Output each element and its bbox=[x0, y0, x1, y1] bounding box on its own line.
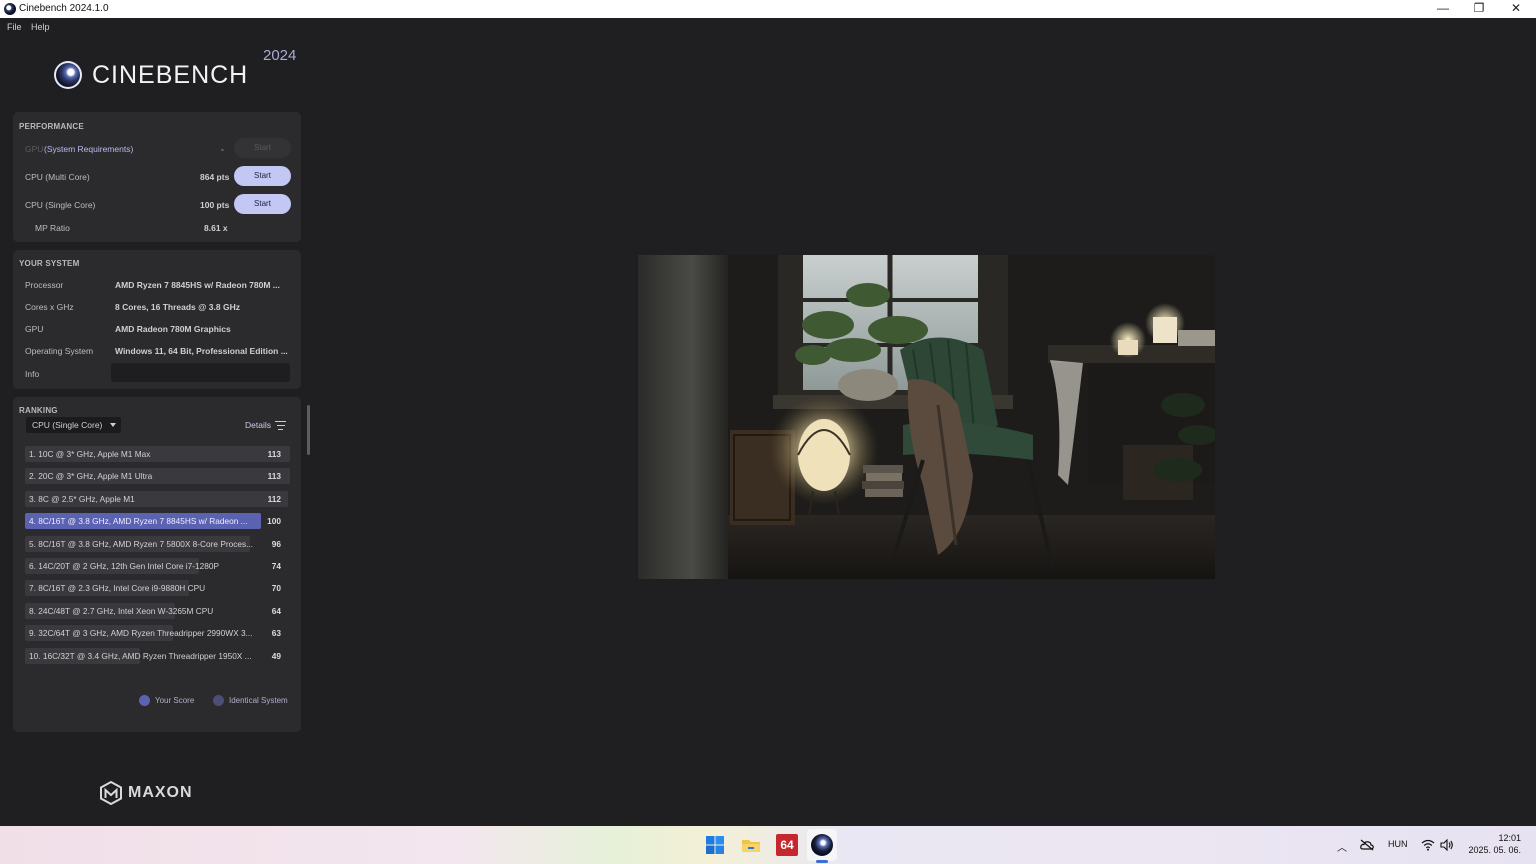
windows-start-icon[interactable] bbox=[704, 834, 726, 856]
ranking-row-label: 6. 14C/20T @ 2 GHz, 12th Gen Intel Core … bbox=[29, 561, 219, 571]
aida64-icon[interactable]: 64 bbox=[776, 834, 798, 856]
onedrive-icon[interactable] bbox=[1360, 839, 1374, 851]
ranking-row-label: 10. 16C/32T @ 3.4 GHz, AMD Ryzen Threadr… bbox=[29, 650, 252, 661]
cores-label: Cores x GHz bbox=[25, 302, 74, 312]
gpu-info-label: GPU bbox=[25, 324, 44, 334]
minimize-button[interactable]: — bbox=[1425, 0, 1461, 18]
ranking-row[interactable]: 5. 8C/16T @ 3.8 GHz, AMD Ryzen 7 5800X 8… bbox=[25, 535, 291, 552]
cpu-single-score: 100 pts bbox=[200, 200, 230, 210]
ranking-row-label: 3. 8C @ 2.5* GHz, Apple M1 bbox=[29, 493, 135, 504]
processor-value: AMD Ryzen 7 8845HS w/ Radeon 780M ... bbox=[115, 280, 280, 290]
ranking-row-score: 113 bbox=[267, 449, 281, 459]
clock-time: 12:01 bbox=[1498, 833, 1521, 843]
taskbar: 64 ︿ HUN 12:01 2025. 05. 06. bbox=[0, 826, 1536, 864]
info-label: Info bbox=[25, 369, 40, 379]
ranking-row-score: 63 bbox=[271, 628, 281, 639]
gpu-label: GPU bbox=[25, 144, 44, 154]
menu-help[interactable]: Help bbox=[31, 22, 50, 32]
ranking-row-score: 64 bbox=[271, 605, 281, 616]
ranking-row-score: 74 bbox=[271, 561, 281, 571]
gpu-score: - bbox=[221, 144, 224, 154]
identical-system-dot-icon bbox=[213, 695, 224, 706]
cinebench-app-icon bbox=[4, 3, 16, 15]
your-score-dot-icon bbox=[139, 695, 150, 706]
ranking-row[interactable]: 6. 14C/20T @ 2 GHz, 12th Gen Intel Core … bbox=[25, 558, 291, 574]
ranking-row-score: 112 bbox=[267, 493, 281, 504]
sidebar-scrollbar[interactable] bbox=[307, 405, 310, 455]
ranking-row[interactable]: 8. 24C/48T @ 2.7 GHz, Intel Xeon W-3265M… bbox=[25, 602, 291, 619]
ranking-title: RANKING bbox=[19, 406, 58, 415]
render-preview-image bbox=[638, 255, 1215, 579]
clock-date: 2025. 05. 06. bbox=[1468, 845, 1521, 855]
ranking-row-label: 1. 10C @ 3* GHz, Apple M1 Max bbox=[29, 449, 151, 459]
volume-icon[interactable] bbox=[1440, 839, 1454, 851]
system-requirements-link[interactable]: (System Requirements) bbox=[44, 144, 133, 154]
ranking-row[interactable]: 3. 8C @ 2.5* GHz, Apple M1 112 bbox=[25, 490, 291, 507]
cinebench-orb-icon bbox=[54, 61, 82, 89]
filter-icon[interactable] bbox=[275, 421, 286, 430]
cpu-single-start-button[interactable]: Start bbox=[234, 194, 291, 214]
window-title: Cinebench 2024.1.0 bbox=[19, 3, 109, 14]
ranking-panel: RANKING CPU (Single Core) Details 1. 10C… bbox=[13, 397, 301, 732]
ranking-row-label: 2. 20C @ 3* GHz, Apple M1 Ultra bbox=[29, 471, 153, 482]
menu-file[interactable]: File bbox=[7, 22, 22, 32]
wifi-icon[interactable] bbox=[1421, 839, 1435, 851]
ranking-row[interactable]: 4. 8C/16T @ 3.8 GHz, AMD Ryzen 7 8845HS … bbox=[25, 513, 291, 530]
ranking-row-label: 7. 8C/16T @ 2.3 GHz, Intel Core i9-9880H… bbox=[29, 583, 206, 594]
legend-your-score: Your Score bbox=[155, 696, 195, 705]
ranking-mode-select[interactable]: CPU (Single Core) bbox=[26, 417, 121, 433]
cpu-multi-label: CPU (Multi Core) bbox=[25, 172, 90, 182]
ranking-row[interactable]: 1. 10C @ 3* GHz, Apple M1 Max 113 bbox=[25, 446, 291, 462]
ranking-row-score: 100 bbox=[267, 516, 281, 527]
ranking-row-score: 113 bbox=[267, 471, 281, 482]
os-label: Operating System bbox=[25, 346, 94, 356]
os-value: Windows 11, 64 Bit, Professional Edition… bbox=[115, 346, 288, 356]
maxon-logo-icon bbox=[100, 781, 122, 805]
gpu-info-value: AMD Radeon 780M Graphics bbox=[115, 324, 231, 334]
ranking-row-score: 96 bbox=[271, 538, 281, 549]
mp-ratio-value: 8.61 x bbox=[204, 223, 228, 233]
info-field[interactable] bbox=[111, 363, 290, 382]
ranking-row-label: 8. 24C/48T @ 2.7 GHz, Intel Xeon W-3265M… bbox=[29, 605, 214, 616]
close-button[interactable]: ✕ bbox=[1498, 0, 1534, 18]
ranking-row[interactable]: 9. 32C/64T @ 3 GHz, AMD Ryzen Threadripp… bbox=[25, 625, 291, 642]
logo-year: 2024 bbox=[263, 47, 297, 64]
ranking-row-score: 49 bbox=[271, 650, 281, 661]
processor-label: Processor bbox=[25, 280, 64, 290]
title-bar: Cinebench 2024.1.0 — ❐ ✕ bbox=[0, 0, 1536, 18]
taskbar-clock[interactable]: 12:01 2025. 05. 06. bbox=[1466, 832, 1521, 856]
menu-bar: File Help bbox=[0, 18, 1536, 36]
tray-chevron-up-icon[interactable]: ︿ bbox=[1337, 839, 1347, 854]
gpu-start-button[interactable]: Start bbox=[234, 138, 291, 158]
performance-panel: PERFORMANCE GPU (System Requirements) - … bbox=[13, 112, 301, 242]
ranking-row[interactable]: 2. 20C @ 3* GHz, Apple M1 Ultra 113 bbox=[25, 468, 291, 485]
logo-wordmark: CINEBENCH bbox=[92, 61, 249, 89]
ranking-row-label: 9. 32C/64T @ 3 GHz, AMD Ryzen Threadripp… bbox=[29, 628, 253, 639]
ranking-row-score: 70 bbox=[271, 583, 281, 594]
mp-ratio-label: MP Ratio bbox=[35, 223, 70, 233]
ranking-row[interactable]: 7. 8C/16T @ 2.3 GHz, Intel Core i9-9880H… bbox=[25, 580, 291, 597]
cpu-multi-score: 864 pts bbox=[200, 172, 230, 182]
legend-identical-system: Identical System bbox=[229, 696, 288, 705]
cpu-multi-start-button[interactable]: Start bbox=[234, 166, 291, 186]
performance-title: PERFORMANCE bbox=[19, 122, 84, 131]
maxon-wordmark: MAXON bbox=[128, 784, 193, 801]
ranking-row-label: 4. 8C/16T @ 3.8 GHz, AMD Ryzen 7 8845HS … bbox=[29, 516, 248, 527]
chevron-down-icon bbox=[110, 423, 116, 427]
system-panel: YOUR SYSTEM Processor AMD Ryzen 7 8845HS… bbox=[13, 250, 301, 389]
details-button[interactable]: Details bbox=[245, 420, 271, 430]
ranking-row[interactable]: 10. 16C/32T @ 3.4 GHz, AMD Ryzen Threadr… bbox=[25, 647, 291, 664]
maximize-button[interactable]: ❐ bbox=[1461, 0, 1497, 18]
system-title: YOUR SYSTEM bbox=[19, 259, 80, 268]
input-language[interactable]: HUN bbox=[1388, 839, 1408, 849]
active-indicator bbox=[816, 860, 828, 863]
file-explorer-icon[interactable] bbox=[740, 834, 762, 856]
ranking-row-label: 5. 8C/16T @ 3.8 GHz, AMD Ryzen 7 5800X 8… bbox=[29, 538, 254, 549]
cores-value: 8 Cores, 16 Threads @ 3.8 GHz bbox=[115, 302, 240, 312]
cpu-single-label: CPU (Single Core) bbox=[25, 200, 96, 210]
ranking-mode-value: CPU (Single Core) bbox=[32, 420, 103, 430]
cinebench-icon[interactable] bbox=[811, 834, 833, 856]
